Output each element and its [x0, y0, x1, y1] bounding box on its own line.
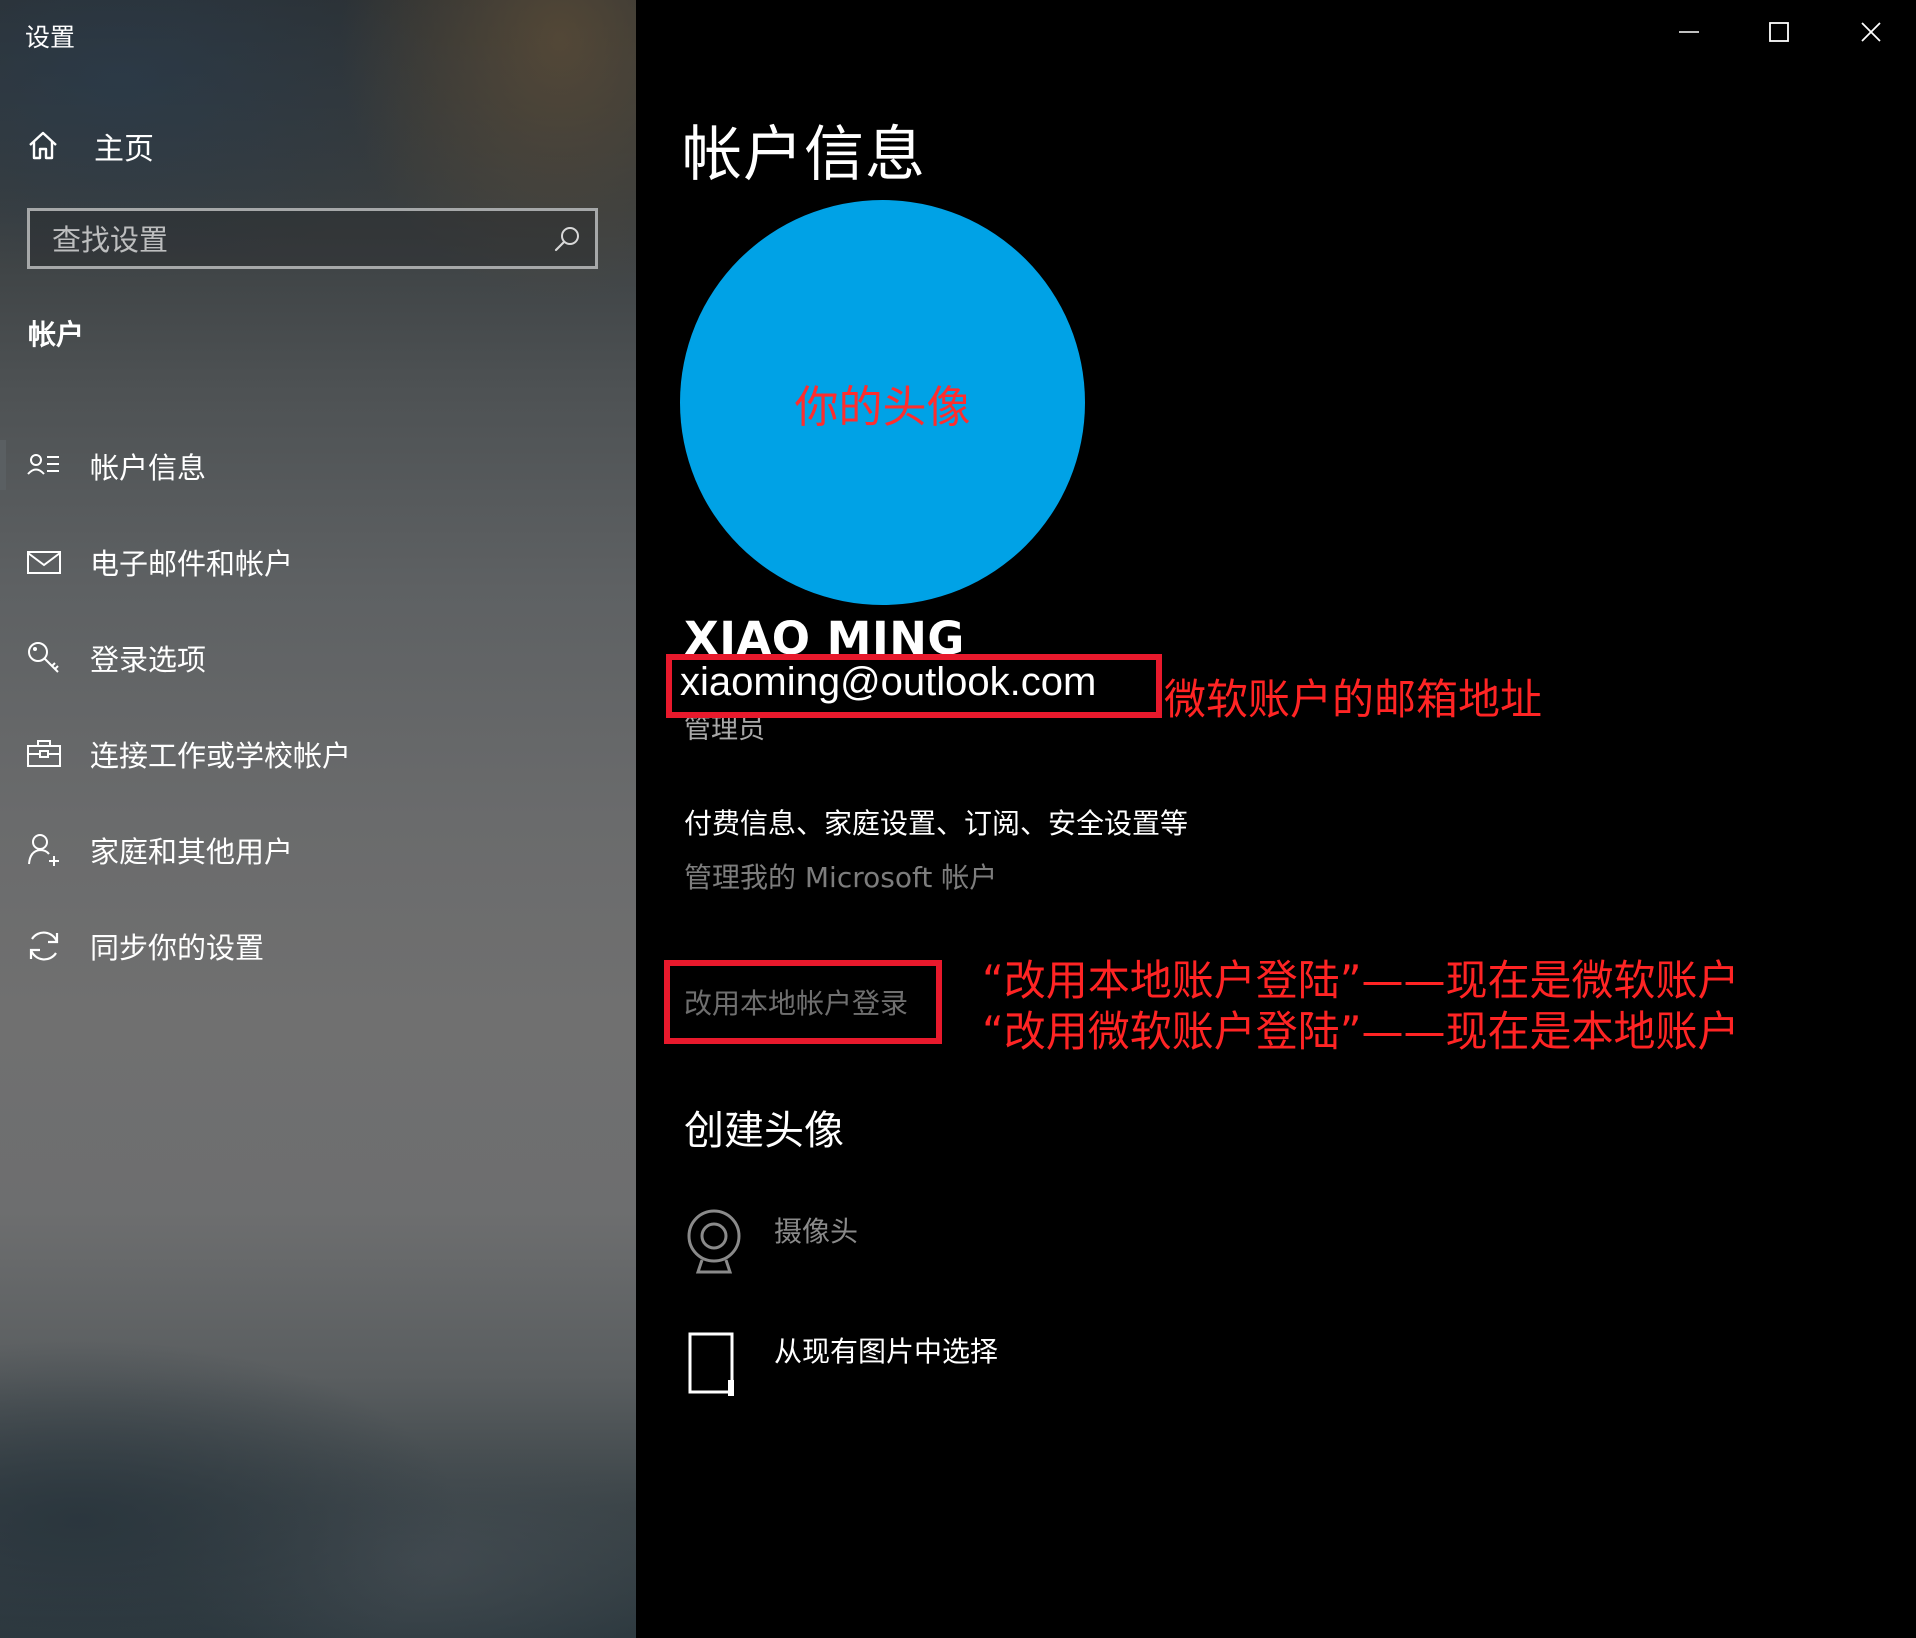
search-box	[27, 208, 598, 269]
sidebar-item-sync[interactable]: 同步你的设置	[0, 898, 636, 994]
home-label: 主页	[94, 132, 154, 167]
sidebar-item-sign-in-options[interactable]: 登录选项	[0, 610, 636, 706]
user-email: xiaoming@outlook.com	[680, 660, 1097, 704]
section-heading: 帐户	[28, 318, 85, 351]
settings-window: 设置 主页 帐户	[0, 0, 1916, 1638]
annotation-line-1: “改用本地账户登陆”——现在是微软账户	[982, 956, 1740, 1005]
browse-label: 从现有图片中选择	[774, 1335, 999, 1368]
main-content: 帐户信息 你的头像 XIAO MING 管理员 xiaoming@outlook…	[636, 0, 1916, 1638]
home-nav-item[interactable]: 主页	[26, 122, 154, 170]
sidebar-item-label: 电子邮件和帐户	[90, 547, 294, 581]
sidebar-item-account-info[interactable]: 帐户信息	[0, 418, 636, 514]
manage-microsoft-account-link[interactable]: 管理我的 Microsoft 帐户	[684, 856, 997, 896]
email-annotation: 微软账户的邮箱地址	[1164, 675, 1543, 724]
add-user-icon	[28, 834, 59, 866]
sidebar-item-label: 连接工作或学校帐户	[90, 739, 352, 773]
home-icon	[29, 131, 57, 160]
file-icon	[688, 1332, 734, 1396]
selection-indicator	[0, 440, 6, 490]
search-input[interactable]	[50, 211, 554, 268]
key-icon	[28, 642, 59, 673]
browse-picture-option[interactable]: 从现有图片中选择	[684, 1330, 1044, 1402]
sidebar-item-label: 登录选项	[90, 643, 207, 677]
search-icon[interactable]	[553, 225, 581, 253]
page-title: 帐户信息	[682, 120, 926, 190]
sidebar: 设置 主页 帐户	[0, 0, 636, 1638]
sidebar-item-label: 家庭和其他用户	[90, 835, 294, 869]
sidebar-item-label: 同步你的设置	[90, 931, 265, 965]
camera-icon	[687, 1209, 741, 1274]
sync-icon	[29, 931, 59, 961]
manage-heading: 付费信息、家庭设置、订阅、安全设置等	[684, 807, 1189, 840]
sidebar-item-family-users[interactable]: 家庭和其他用户	[0, 802, 636, 898]
sidebar-item-label: 帐户信息	[90, 451, 207, 485]
app-title: 设置	[25, 23, 76, 52]
mail-icon	[27, 551, 61, 574]
camera-option[interactable]: 摄像头	[684, 1206, 984, 1286]
briefcase-icon	[27, 740, 61, 767]
avatar-label: 你的头像	[794, 381, 971, 433]
switch-account-annotation: “改用本地账户登陆”——现在是微软账户 “改用微软账户登陆”——现在是本地账户	[982, 955, 1740, 1057]
avatar: 你的头像	[680, 200, 1085, 605]
create-avatar-heading: 创建头像	[684, 1108, 844, 1154]
sidebar-nav: 帐户信息 电子邮件和帐户 登录选项 连接工作或学校帐户 家庭和其他用户 同步你的…	[0, 418, 636, 994]
annotation-line-2: “改用微软账户登陆”——现在是本地账户	[982, 1007, 1740, 1056]
camera-label: 摄像头	[774, 1215, 859, 1248]
account-info-icon	[27, 454, 59, 475]
sidebar-item-work-school[interactable]: 连接工作或学校帐户	[0, 706, 636, 802]
switch-to-local-account-link[interactable]: 改用本地帐户登录	[684, 982, 908, 1022]
sidebar-item-email-accounts[interactable]: 电子邮件和帐户	[0, 514, 636, 610]
